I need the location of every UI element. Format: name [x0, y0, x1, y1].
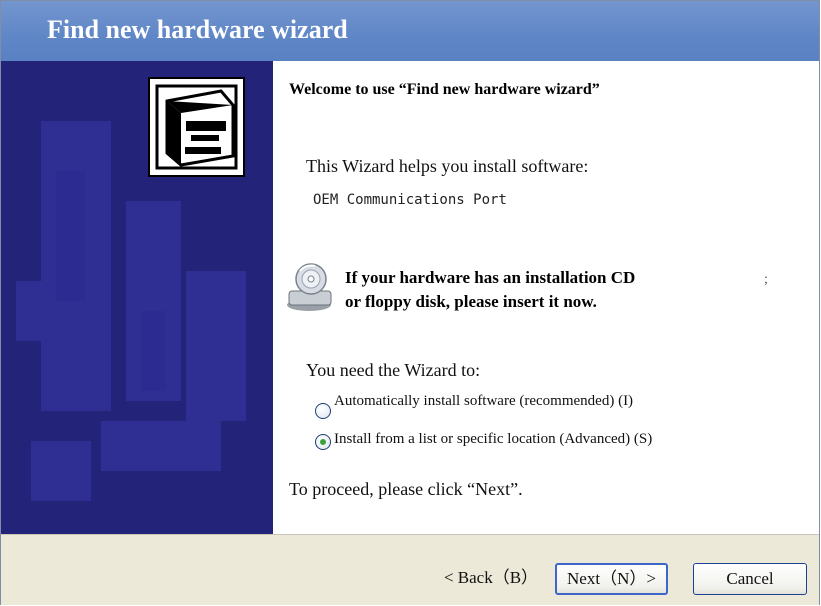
window-title: Find new hardware wizard	[47, 15, 348, 44]
welcome-heading: Welcome to use “Find new hardware wizard…	[289, 81, 600, 98]
banner-artwork	[1, 61, 273, 534]
insert-media-instruction: If your hardware has an installation CD …	[345, 266, 705, 314]
radio-install-from-list[interactable]	[315, 434, 331, 450]
wizard-window: Find new hardware wizard Welcome to use …	[0, 0, 820, 605]
side-banner	[1, 61, 273, 534]
title-bar[interactable]: Find new hardware wizard	[1, 1, 819, 61]
stray-mark: ;	[764, 272, 768, 287]
helps-text: This Wizard helps you install software:	[306, 156, 589, 176]
radio-selected-dot	[320, 439, 326, 445]
option-install-from-list-label: Install from a list or specific location…	[334, 431, 653, 447]
wizard-content: Welcome to use “Find new hardware wizard…	[273, 61, 819, 534]
back-button[interactable]: < Back（B）	[432, 563, 550, 595]
insert-media-line2: or floppy disk, please insert it now.	[345, 292, 597, 311]
next-button[interactable]: Next（N）>	[555, 563, 668, 595]
proceed-text: To proceed, please click “Next”.	[289, 479, 523, 499]
radio-auto-install[interactable]	[315, 403, 331, 419]
insert-media-line1: If your hardware has an installation CD	[345, 268, 636, 287]
cancel-button[interactable]: Cancel	[693, 563, 807, 595]
option-auto-install-label: Automatically install software (recommen…	[334, 393, 634, 409]
need-label: You need the Wizard to:	[306, 360, 481, 380]
cd-drive-icon	[287, 263, 332, 311]
button-bar: < Back（B） Next（N）> Cancel	[1, 534, 819, 605]
device-name: OEM Communications Port	[313, 192, 507, 208]
hardware-box-icon	[148, 77, 245, 177]
